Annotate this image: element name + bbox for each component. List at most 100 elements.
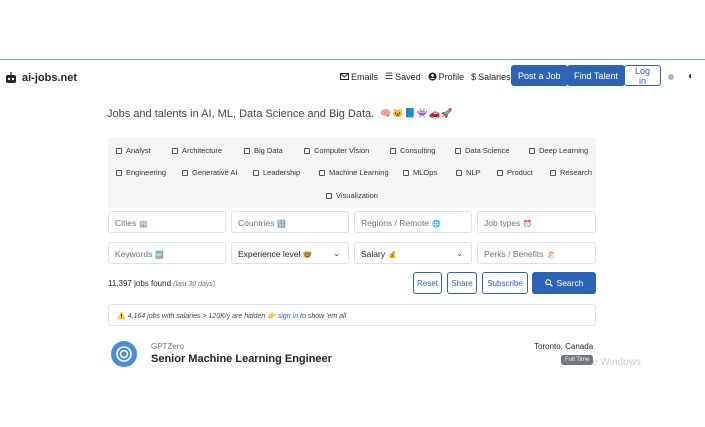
- category-product[interactable]: Product: [497, 168, 533, 177]
- job-company[interactable]: GPTZero: [151, 342, 184, 351]
- countries-select[interactable]: Countries 🔢: [231, 211, 349, 233]
- nav-profile[interactable]: Profile: [428, 71, 464, 82]
- dark-mode-moon-icon[interactable]: ◐: [688, 71, 694, 82]
- category-computer-vision[interactable]: Computer Vision: [304, 146, 369, 155]
- experience-select[interactable]: Experience level 🤓 ⌄: [231, 242, 349, 264]
- category-machine-learning[interactable]: Machine Learning: [319, 168, 389, 177]
- countries-select-placeholder: Countries: [238, 218, 275, 228]
- job-title-link[interactable]: Senior Machine Learning Engineer: [151, 353, 332, 365]
- category-big-data[interactable]: Big Data: [244, 146, 283, 155]
- cities-input[interactable]: Cities 🏢: [108, 211, 226, 233]
- category-label: Visualization: [336, 191, 378, 200]
- brand[interactable]: ai-jobs.net: [4, 71, 77, 85]
- checkbox-icon[interactable]: [529, 147, 535, 154]
- nav-emails[interactable]: Emails: [340, 71, 378, 82]
- sign-in-link[interactable]: sign in: [278, 313, 298, 320]
- keywords-input-emoji-icon: 🔤: [155, 252, 165, 259]
- category-generative-ai[interactable]: Generative AI: [182, 168, 237, 177]
- nav-emails-label: Emails: [351, 71, 379, 82]
- nav-salaries[interactable]: $ Salaries: [471, 71, 511, 82]
- category-research[interactable]: Research: [550, 168, 592, 177]
- salary-select[interactable]: Salary 💰 ⌄: [354, 242, 472, 264]
- login-button[interactable]: Log in: [624, 65, 661, 86]
- regions-select[interactable]: Regions / Remote 🌐: [354, 211, 472, 233]
- checkbox-icon[interactable]: [182, 169, 188, 176]
- category-mlops[interactable]: MLOps: [403, 168, 437, 177]
- category-label: Big Data: [254, 146, 283, 155]
- checkbox-icon[interactable]: [116, 147, 122, 154]
- share-button[interactable]: Share: [447, 272, 477, 294]
- hidden-jobs-alert: ⚠️ 4,164 jobs with salaries > 120K/y are…: [108, 304, 596, 326]
- checkbox-icon[interactable]: [326, 192, 332, 199]
- experience-select-emoji-icon: 🤓: [303, 252, 313, 259]
- chevron-down-icon: ⌄: [333, 249, 340, 258]
- category-label: Machine Learning: [329, 168, 389, 177]
- checkbox-icon[interactable]: [456, 169, 462, 176]
- chevron-down-icon: ⌄: [456, 249, 463, 258]
- results-period: (last 30 days): [173, 281, 216, 288]
- brand-name: ai-jobs.net: [22, 72, 78, 84]
- category-label: Leadership: [263, 168, 301, 177]
- checkbox-icon[interactable]: [550, 169, 556, 176]
- checkbox-icon[interactable]: [172, 147, 178, 154]
- dollar-icon: $: [471, 71, 477, 82]
- category-label: Computer Vision: [314, 146, 370, 155]
- user-circle-icon: [428, 72, 437, 81]
- tagline-emojis: 🧠🐱📘👾🚗🚀: [380, 108, 454, 118]
- category-data-science[interactable]: Data Science: [455, 146, 510, 155]
- category-analyst[interactable]: Analyst: [116, 146, 151, 155]
- keywords-input[interactable]: Keywords 🔤: [108, 242, 226, 264]
- cities-input-emoji-icon: 🏢: [139, 221, 148, 228]
- category-consulting[interactable]: Consulting: [390, 146, 435, 155]
- search-button[interactable]: Search: [532, 272, 596, 294]
- gptzero-logo-icon: [116, 346, 132, 362]
- category-architecture[interactable]: Architecture: [172, 146, 222, 155]
- activate-windows-watermark: Activate Windows: [562, 357, 641, 368]
- search-button-label: Search: [556, 278, 584, 288]
- checkbox-icon[interactable]: [390, 147, 396, 154]
- category-engineering[interactable]: Engineering: [116, 168, 166, 177]
- checkbox-icon[interactable]: [455, 147, 461, 154]
- category-label: Product: [507, 168, 533, 177]
- checkbox-icon[interactable]: [319, 169, 325, 176]
- category-visualization[interactable]: Visualization: [326, 191, 378, 200]
- nav-links: Emails ☰ Saved Profile $ Salaries: [340, 71, 511, 82]
- alert-suffix: to show 'em all: [300, 313, 347, 320]
- category-label: Deep Learning: [539, 146, 589, 155]
- category-label: Research: [560, 168, 593, 177]
- warning-icon: ⚠️: [117, 313, 126, 320]
- company-logo-icon[interactable]: [111, 341, 137, 367]
- nav-saved-label: Saved: [395, 71, 421, 82]
- envelope-icon: [340, 73, 349, 80]
- checkbox-icon[interactable]: [403, 169, 409, 176]
- results-count-text: 11,397 jobs found: [108, 279, 172, 288]
- nav-saved[interactable]: ☰ Saved: [385, 71, 421, 82]
- category-deep-learning[interactable]: Deep Learning: [529, 146, 588, 155]
- job-types-select-emoji-icon: ⏰: [523, 221, 533, 228]
- checkbox-icon[interactable]: [244, 147, 250, 154]
- theme-dot-icon[interactable]: [668, 74, 674, 80]
- find-talent-button[interactable]: Find Talent: [567, 65, 625, 86]
- checkbox-icon[interactable]: [253, 169, 259, 176]
- job-types-select[interactable]: Job types ⏰: [477, 211, 596, 233]
- checkbox-icon[interactable]: [116, 169, 122, 176]
- tagline: Jobs and talents in AI, ML, Data Science…: [107, 108, 453, 120]
- alert-prefix: 4,164 jobs with salaries > 120K/y are hi…: [127, 313, 276, 320]
- category-label: Architecture: [182, 146, 223, 155]
- reset-button[interactable]: Reset: [413, 272, 442, 294]
- post-job-button[interactable]: Post a Job: [511, 65, 568, 86]
- perks-select[interactable]: Perks / Benefits 🏖: [477, 242, 596, 264]
- subscribe-button[interactable]: Subscribe: [482, 272, 528, 294]
- category-label: Analyst: [126, 146, 151, 155]
- checkbox-icon[interactable]: [497, 169, 503, 176]
- keywords-input-placeholder: Keywords: [115, 249, 153, 259]
- experience-select-placeholder: Experience level: [238, 249, 301, 259]
- search-icon: [544, 279, 553, 287]
- regions-select-emoji-icon: 🌐: [432, 221, 441, 228]
- checkbox-icon[interactable]: [304, 147, 310, 154]
- category-leadership[interactable]: Leadership: [253, 168, 300, 177]
- list-icon: ☰: [385, 71, 394, 81]
- nav-salaries-label: Salaries: [478, 71, 511, 82]
- category-nlp[interactable]: NLP: [456, 168, 481, 177]
- salary-select-emoji-icon: 💰: [388, 252, 397, 259]
